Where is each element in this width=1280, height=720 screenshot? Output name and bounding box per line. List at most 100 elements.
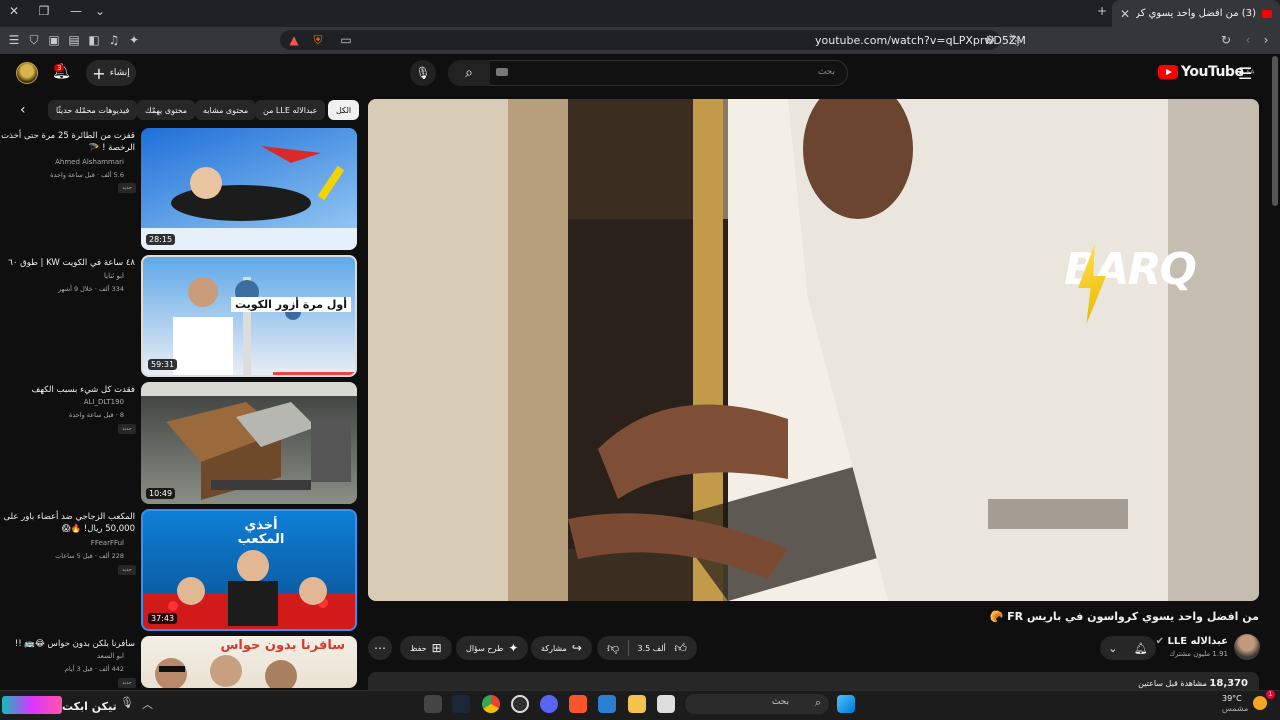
discord-icon[interactable]: [540, 695, 558, 713]
sidebar-icon[interactable]: ◧: [86, 32, 102, 48]
media-icon[interactable]: ▭: [338, 32, 354, 48]
chips-next-arrow-icon[interactable]: ‹: [20, 102, 26, 118]
bookmark-icon[interactable]: 🔖︎: [1008, 32, 1024, 48]
save-label: حفظ: [410, 643, 427, 653]
recommendation-channel[interactable]: Ahmed Alshammari: [0, 158, 124, 166]
share-button[interactable]: مشاركة ↪: [531, 636, 592, 660]
tray-overflow-icon[interactable]: ︿: [142, 696, 153, 712]
ask-label: طرح سؤال: [466, 643, 504, 653]
more-actions-button[interactable]: ⋯: [368, 636, 392, 660]
temperature: 39°C: [1222, 694, 1242, 703]
chip-label: محتوى يهمّك: [145, 105, 188, 115]
recommendation-channel[interactable]: ابو السعد: [0, 652, 124, 660]
subscriber-count: 1.91 مليون مشترك: [1169, 650, 1228, 658]
recommendation-thumbnail[interactable]: أخذي المكعب 37:43: [141, 509, 357, 631]
recommendation-channel[interactable]: FFearFFul: [0, 539, 124, 547]
recommendation-channel[interactable]: ابو ثنايا: [0, 272, 124, 280]
save-icon: ⊞: [431, 641, 442, 655]
brave-shields-icon[interactable]: ⛨: [310, 32, 326, 48]
recommendation-title[interactable]: المكعب الزجاجي ضد أعضاء باور على 50,000 …: [0, 511, 135, 535]
store-icon[interactable]: [598, 695, 616, 713]
like-icon[interactable]: 👍︎: [674, 641, 687, 656]
recommendation-thumbnail[interactable]: 10:49: [141, 382, 357, 504]
voice-search-button[interactable]: 🎙︎: [410, 60, 436, 86]
subscription-bell-button[interactable]: ⌄ 🔔︎: [1100, 636, 1156, 660]
duration-badge: 28:15: [146, 234, 176, 245]
recommendation-title[interactable]: فقدت كل شيء بسبب الكهف: [0, 384, 135, 396]
save-button[interactable]: حفظ ⊞: [400, 636, 452, 660]
view-and-date: 18,370 مشاهدة قبل ساعتين: [1138, 678, 1248, 689]
video-player[interactable]: BARQ: [368, 99, 1259, 601]
menu-icon[interactable]: ☰: [6, 32, 22, 48]
brave-icon[interactable]: [569, 695, 587, 713]
tab-list-chevron-icon[interactable]: ⌄: [90, 4, 110, 18]
chip-from-channel[interactable]: من LLE عبدالاله: [255, 100, 326, 120]
verified-icon: ✔: [1155, 636, 1165, 647]
page-scrollbar[interactable]: [1272, 56, 1278, 206]
search-button[interactable]: ⌕: [448, 60, 490, 86]
windows-start-icon[interactable]: [837, 695, 855, 713]
chrome-icon[interactable]: [482, 695, 500, 713]
new-badge: جديد: [118, 678, 136, 688]
notepad-icon[interactable]: [657, 695, 675, 713]
forward-icon[interactable]: ‹: [1240, 32, 1256, 48]
minecraft-thumbnail: [141, 382, 357, 500]
channel-name[interactable]: عبدالاله LLE ✔: [1156, 636, 1228, 647]
taskbar-search-input[interactable]: بحث ⌕: [685, 694, 829, 714]
chip-for-you[interactable]: محتوى يهمّك: [137, 100, 196, 120]
channel-avatar[interactable]: [1234, 634, 1260, 660]
video-title: من افضل واحد يسوي كرواسون في باريس FR 🥐: [989, 610, 1259, 623]
shield-icon[interactable]: ⛉: [26, 32, 42, 48]
chip-related[interactable]: محتوى مشابه: [195, 100, 257, 120]
upload-date: مشاهدة قبل ساعتين: [1138, 679, 1207, 688]
tabs-icon[interactable]: ▤: [66, 32, 82, 48]
close-tab-icon[interactable]: ✕: [1120, 7, 1130, 21]
recommendation-title[interactable]: سافرنا بلكن بدون حواس 😂🚌 !!: [0, 638, 135, 650]
chip-all[interactable]: الكل: [328, 100, 360, 120]
chip-recent-uploads[interactable]: فيديوهات محمّلة حديثًا: [48, 100, 138, 120]
sparkle-icon: ✦: [508, 641, 519, 655]
duration-badge: 37:43: [148, 613, 178, 624]
thumbnail-overlay-text: أول مرة أزور الكويت: [230, 297, 351, 312]
search-input[interactable]: بحث: [448, 60, 848, 86]
keyboard-icon[interactable]: [496, 68, 508, 76]
minimize-window-icon[interactable]: —: [66, 4, 86, 18]
taskbar-app-icon[interactable]: [424, 695, 442, 713]
youtube-wordmark: YouTube: [1181, 64, 1244, 80]
microphone-icon: 🎙︎: [415, 66, 431, 80]
tab-youtube[interactable]: (3) من افضل واحد يسوي كرواس... ✕: [1112, 0, 1280, 27]
like-divider: [627, 640, 629, 656]
recommendation-thumbnail[interactable]: 28:15: [141, 128, 357, 250]
recommendation-thumbnail[interactable]: أول مرة أزور الكويت 59:31: [141, 255, 357, 377]
brave-rewards-icon[interactable]: ▲: [286, 32, 302, 48]
wallet-icon[interactable]: ▣: [46, 32, 62, 48]
back-icon[interactable]: ›: [1258, 32, 1274, 48]
like-count[interactable]: 3.5 ألف: [638, 644, 666, 653]
recommendation-channel[interactable]: ALI_DLT190: [0, 398, 124, 406]
weather-widget[interactable]: 39°C مشمس: [1222, 694, 1248, 714]
duration-badge: 10:49: [146, 488, 176, 499]
guide-menu-icon[interactable]: ☰: [1238, 64, 1252, 83]
close-window-icon[interactable]: ✕: [4, 4, 24, 18]
extensions-icon[interactable]: ✦: [126, 32, 142, 48]
search-placeholder: بحث: [817, 67, 835, 77]
file-explorer-icon[interactable]: [628, 695, 646, 713]
dislike-icon[interactable]: 👎︎: [607, 641, 619, 656]
new-badge: جديد: [118, 424, 136, 434]
more-icon: ⋯: [374, 641, 386, 655]
music-icon[interactable]: ♫: [106, 32, 122, 48]
reload-icon[interactable]: ↻: [1218, 32, 1234, 48]
account-avatar[interactable]: [16, 62, 38, 84]
microphone-tray-icon[interactable]: 🎙︎: [120, 696, 134, 709]
new-tab-icon[interactable]: +: [1092, 4, 1112, 18]
recommendation-thumbnail[interactable]: سافرنا بدون حواس: [141, 636, 357, 688]
create-button[interactable]: + إنشاء: [86, 60, 136, 86]
weather-condition: مشمس: [1222, 704, 1249, 713]
recommendation-title[interactable]: قفزت من الطائرة 25 مرة حتى أخذت الرخصة !…: [0, 130, 135, 154]
site-settings-icon[interactable]: ⚙: [982, 32, 998, 48]
obs-icon[interactable]: [511, 695, 529, 713]
ask-button[interactable]: طرح سؤال ✦: [456, 636, 529, 660]
restore-window-icon[interactable]: ❐: [34, 4, 54, 18]
recommendation-title[interactable]: ٤٨ ساعة في الكويت KW | طوق ٦٠: [0, 257, 135, 269]
steam-icon[interactable]: [452, 695, 470, 713]
